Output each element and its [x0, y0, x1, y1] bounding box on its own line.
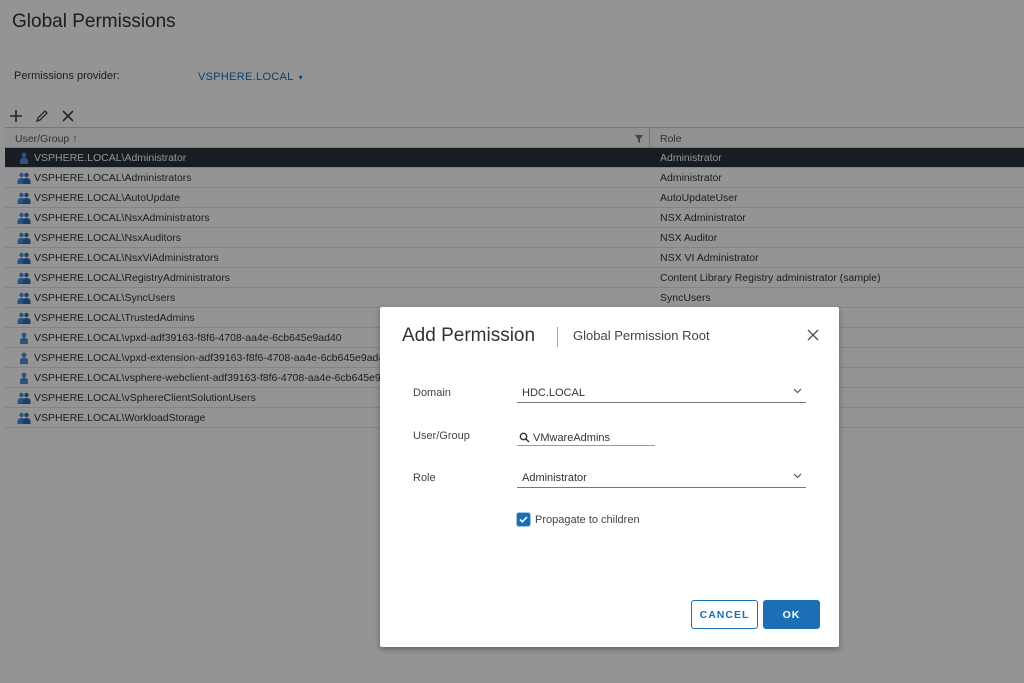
- add-permission-dialog: Add Permission Global Permission Root Do…: [380, 307, 839, 647]
- dialog-title: Add Permission: [402, 325, 536, 346]
- domain-select[interactable]: HDC.LOCAL: [517, 383, 806, 403]
- chevron-down-icon: [793, 471, 802, 483]
- user-group-label: User/Group: [413, 430, 470, 442]
- role-select[interactable]: Administrator: [517, 468, 806, 488]
- cancel-button[interactable]: CANCEL: [691, 600, 758, 629]
- propagate-option: Propagate to children: [517, 513, 640, 526]
- role-value: Administrator: [522, 472, 587, 484]
- domain-label: Domain: [413, 387, 451, 399]
- checkmark-icon: [519, 516, 528, 523]
- propagate-checkbox[interactable]: [517, 513, 530, 526]
- chevron-down-icon: [793, 386, 802, 398]
- ok-button[interactable]: OK: [763, 600, 820, 629]
- domain-value: HDC.LOCAL: [522, 387, 585, 399]
- close-icon[interactable]: [806, 328, 822, 344]
- dialog-subtitle: Global Permission Root: [573, 328, 710, 343]
- role-label: Role: [413, 472, 436, 484]
- title-divider: [557, 327, 558, 347]
- search-icon: [519, 432, 530, 443]
- user-group-value: VMwareAdmins: [533, 431, 611, 444]
- propagate-label: Propagate to children: [535, 513, 640, 526]
- user-group-search-input[interactable]: VMwareAdmins: [517, 428, 655, 446]
